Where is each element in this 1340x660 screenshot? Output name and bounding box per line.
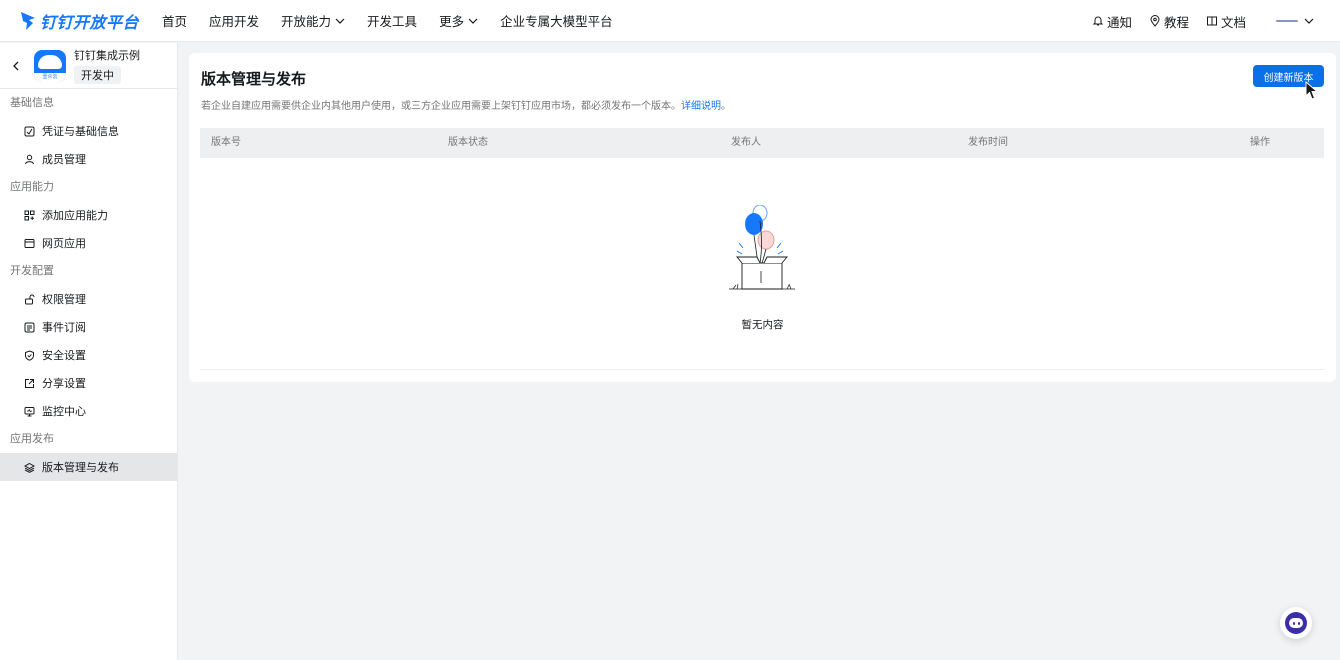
- main-nav: 首页 应用开发 开放能力 开发工具 更多 企业专属大模型平台: [162, 0, 635, 42]
- nav-label: 应用开发: [209, 14, 260, 29]
- sidebar-group-release: 应用发布: [10, 432, 54, 445]
- brand-logo[interactable]: 钉钉开放平台: [20, 0, 150, 42]
- nav-item-enterprise-llm[interactable]: 企业专属大模型平台: [500, 11, 613, 30]
- sidebar-group-basic: 基础信息: [10, 96, 54, 109]
- column-header-publisher: 发布人: [731, 137, 761, 148]
- user-icon: [25, 154, 34, 164]
- app-header: 壹众云 钉钉集成示例 开发中: [0, 43, 177, 89]
- sidebar-item-web-app[interactable]: 网页应用: [0, 229, 177, 257]
- column-header-status: 版本状态: [448, 137, 488, 148]
- book-icon: [1206, 16, 1217, 26]
- status-badge: 开发中: [74, 66, 121, 84]
- layers-icon: [24, 462, 35, 473]
- dingtalk-logo-icon: [21, 11, 35, 30]
- nav-item-home[interactable]: 首页: [162, 11, 187, 30]
- sidebar-item-label: 版本管理与发布: [42, 461, 119, 474]
- grid-add-icon: [24, 210, 35, 220]
- sidebar-group-capability: 应用能力: [10, 180, 54, 193]
- sidebar-item-add-capability[interactable]: 添加应用能力: [0, 201, 177, 229]
- nav-item-app-dev[interactable]: 应用开发: [209, 11, 259, 30]
- sidebar-item-permissions[interactable]: 权限管理: [0, 285, 177, 313]
- empty-state-illustration: [729, 205, 795, 290]
- page-title: 版本管理与发布: [201, 70, 307, 88]
- table-bottom-divider: [200, 369, 1324, 370]
- sidebar-item-version-management[interactable]: 版本管理与发布: [0, 453, 177, 481]
- sidebar-item-label: 监控中心: [42, 405, 86, 418]
- share-icon: [25, 378, 34, 388]
- app-logo: 壹众云: [34, 49, 66, 82]
- version-management-panel: 版本管理与发布 若企业自建应用需要供企业内其他用户使用，或三方企业应用需要上架钉…: [189, 53, 1336, 382]
- shield-icon: [25, 349, 34, 361]
- sidebar-item-credentials[interactable]: 凭证与基础信息: [0, 117, 177, 145]
- back-arrow-icon[interactable]: [10, 60, 22, 72]
- app-name: 钉钉集成示例: [74, 49, 140, 62]
- sidebar-item-event-subscription[interactable]: 事件订阅: [0, 313, 177, 341]
- assistant-eye: [1292, 621, 1295, 625]
- description-text: 若企业自建应用需要供企业内其他用户使用，或三方企业应用需要上架钉钉应用市场，都必…: [201, 101, 681, 112]
- bell-icon: [1092, 16, 1104, 26]
- sidebar-item-label: 事件订阅: [42, 321, 86, 334]
- notifications-label: 通知: [1106, 14, 1132, 30]
- page-description: 若企业自建应用需要供企业内其他用户使用，或三方企业应用需要上架钉钉应用市场，都必…: [201, 97, 731, 112]
- assistant-floating-button[interactable]: [1280, 607, 1312, 639]
- tutorial-label: 教程: [1163, 14, 1189, 30]
- table-header: 版本号 版本状态 发布人 发布时间 操作: [200, 128, 1324, 158]
- nav-label: 开放能力: [281, 14, 332, 29]
- app-info: 钉钉集成示例 开发中: [74, 47, 140, 84]
- details-link[interactable]: 详细说明: [681, 101, 721, 112]
- sidebar: 壹众云 钉钉集成示例 开发中 基础信息 凭证与基础信息 成员管理 应用能力 添加…: [0, 43, 178, 660]
- browser-icon: [24, 238, 35, 248]
- docs-label: 文档: [1220, 14, 1246, 30]
- tutorial-link[interactable]: 教程: [1149, 12, 1189, 31]
- chevron-down-icon: [1304, 18, 1314, 24]
- avatar: [1276, 20, 1298, 22]
- description-end: 。: [721, 101, 731, 112]
- nav-item-open-capability[interactable]: 开放能力: [281, 11, 345, 30]
- app-logo-caption: 壹众云: [34, 72, 66, 82]
- sidebar-item-label: 安全设置: [42, 349, 86, 362]
- sidebar-item-label: 凭证与基础信息: [42, 125, 119, 138]
- monitor-icon: [24, 406, 35, 416]
- column-header-actions: 操作: [1250, 137, 1270, 148]
- assistant-face: [1289, 618, 1303, 628]
- sidebar-item-monitor[interactable]: 监控中心: [0, 397, 177, 425]
- docs-link[interactable]: 文档: [1206, 12, 1246, 31]
- credential-icon: [24, 126, 35, 136]
- nav-label: 开发工具: [367, 14, 418, 29]
- sidebar-item-members[interactable]: 成员管理: [0, 145, 177, 173]
- sidebar-item-label: 权限管理: [42, 293, 86, 306]
- unlock-icon: [25, 294, 35, 304]
- column-header-version: 版本号: [211, 137, 241, 148]
- column-header-publish-time: 发布时间: [968, 137, 1008, 148]
- notifications-link[interactable]: 通知: [1092, 12, 1132, 31]
- chevron-down-icon: [468, 18, 478, 24]
- mouse-cursor-icon: [1305, 81, 1319, 100]
- sidebar-item-label: 分享设置: [42, 377, 86, 390]
- sidebar-item-label: 网页应用: [42, 237, 86, 250]
- nav-label: 企业专属大模型平台: [500, 14, 613, 29]
- cloud-icon: [38, 54, 62, 69]
- nav-label: 更多: [439, 14, 465, 29]
- nav-item-dev-tools[interactable]: 开发工具: [367, 11, 417, 30]
- nav-item-more[interactable]: 更多: [439, 11, 478, 30]
- user-menu[interactable]: [1276, 16, 1314, 26]
- assistant-icon: [1285, 612, 1307, 634]
- chevron-down-icon: [335, 18, 345, 24]
- sidebar-item-label: 成员管理: [42, 153, 86, 166]
- assistant-eye: [1297, 621, 1300, 625]
- sidebar-item-share[interactable]: 分享设置: [0, 369, 177, 397]
- sidebar-item-security[interactable]: 安全设置: [0, 341, 177, 369]
- sidebar-item-label: 添加应用能力: [42, 209, 108, 222]
- subscription-icon: [24, 322, 35, 332]
- location-pin-icon: [1150, 15, 1160, 27]
- nav-label: 首页: [162, 14, 188, 29]
- top-right-actions: 通知 教程 文档: [1075, 0, 1314, 42]
- top-navigation-bar: 钉钉开放平台 首页 应用开发 开放能力 开发工具 更多 企业专属大模型平台 通知…: [0, 0, 1340, 42]
- brand-name: 钉钉开放平台: [40, 12, 140, 32]
- sidebar-group-dev-config: 开发配置: [10, 264, 54, 277]
- empty-state-text: 暂无内容: [741, 319, 784, 331]
